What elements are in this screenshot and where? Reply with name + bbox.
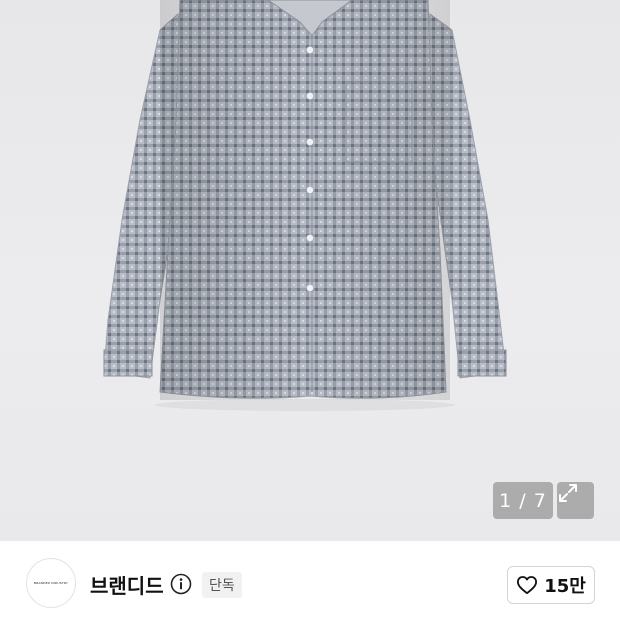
- brand-bar: BRANDED INDUSTRY 브랜디드 단독 15만: [0, 541, 620, 620]
- brand-logo[interactable]: BRANDED INDUSTRY: [26, 558, 76, 608]
- product-image-gallery[interactable]: 1 / 7: [0, 0, 620, 541]
- brand-logo-text: BRANDED INDUSTRY: [33, 581, 69, 585]
- info-icon[interactable]: [170, 573, 192, 595]
- heart-outline-icon: [517, 576, 538, 595]
- shirt-image: [103, 0, 507, 411]
- exclusive-badge: 단독: [202, 572, 242, 598]
- image-counter: 1 / 7: [493, 482, 553, 519]
- like-button[interactable]: 15만: [507, 566, 595, 604]
- like-count: 15만: [544, 576, 586, 597]
- expand-arrows-icon: [559, 484, 577, 502]
- brand-name[interactable]: 브랜디드: [90, 570, 164, 599]
- expand-button[interactable]: [557, 482, 594, 519]
